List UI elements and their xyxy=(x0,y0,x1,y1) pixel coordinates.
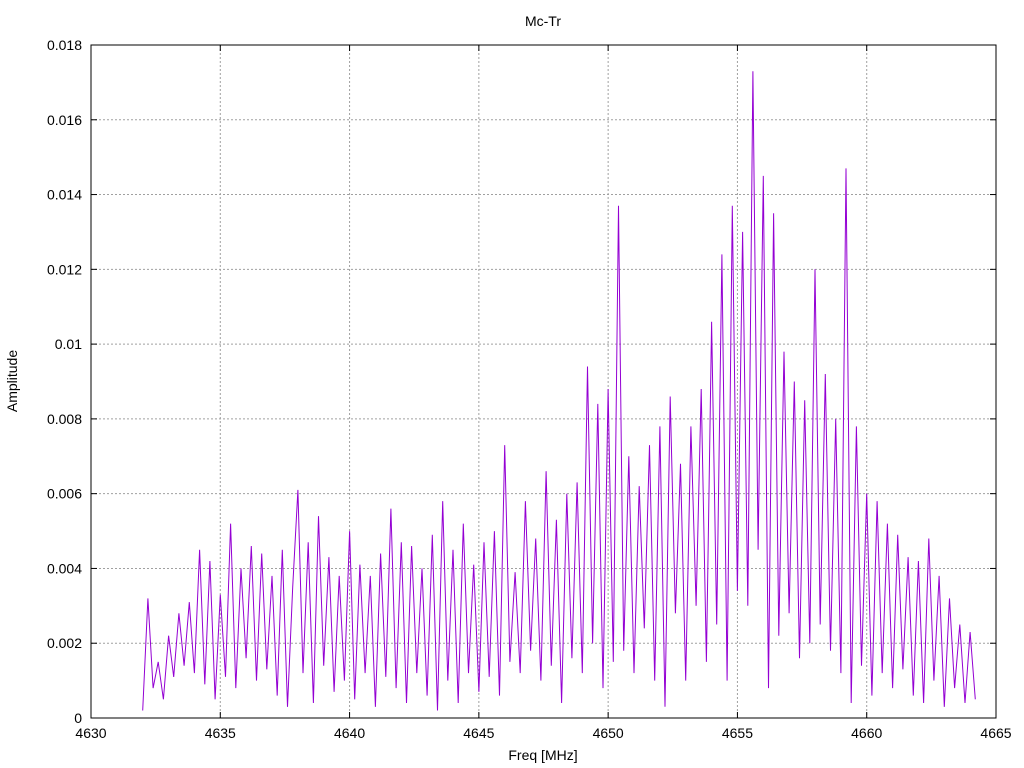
y-tick-label: 0.006 xyxy=(47,486,82,502)
y-tick-label: 0.002 xyxy=(47,635,82,651)
x-tick-label: 4665 xyxy=(980,725,1011,741)
x-tick-label: 4650 xyxy=(593,725,624,741)
y-tick-label: 0.012 xyxy=(47,261,82,277)
y-tick-label: 0.014 xyxy=(47,187,82,203)
chart: 4630 4635 4640 4645 4650 4655 4660 4665 0 0.002 0.… xyxy=(4,13,1012,763)
y-tick-label: 0.01 xyxy=(55,336,82,352)
x-axis-label: Freq [MHz] xyxy=(508,747,577,763)
chart-title: Mc-Tr xyxy=(525,13,561,29)
x-tick-label: 4630 xyxy=(75,725,106,741)
x-tick-label: 4645 xyxy=(463,725,494,741)
y-tick-label: 0 xyxy=(74,710,82,726)
x-tick-label: 4655 xyxy=(722,725,753,741)
y-axis-label: Amplitude xyxy=(4,350,20,412)
x-tick-label: 4635 xyxy=(205,725,236,741)
chart-container: 4630 4635 4640 4645 4650 4655 4660 4665 0 0.002 0.… xyxy=(0,0,1024,768)
x-tick-label: 4640 xyxy=(334,725,365,741)
series-line-mc-tr xyxy=(142,71,976,711)
x-tick-label: 4660 xyxy=(851,725,882,741)
y-tick-label: 0.018 xyxy=(47,37,82,53)
y-tick-label: 0.004 xyxy=(47,560,82,576)
y-tick-label: 0.016 xyxy=(47,112,82,128)
y-tick-label: 0.008 xyxy=(47,411,82,427)
